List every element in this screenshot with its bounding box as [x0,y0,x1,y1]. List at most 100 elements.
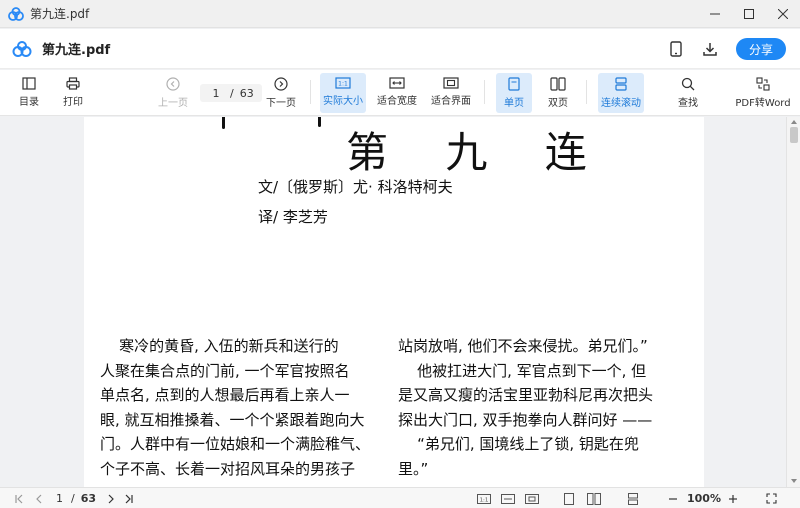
chevron-right-icon [108,494,114,503]
status-page-indicator: 1 / 63 [52,491,100,506]
toc-button[interactable]: 目录 [12,73,46,113]
zoom-out-button[interactable] [666,491,680,506]
prev-page-label: 上一页 [158,98,188,109]
fullscreen-icon [765,493,777,504]
page-current-input[interactable]: 1 [208,87,224,100]
zoom-level[interactable]: 100% [686,491,722,506]
search-icon [681,77,695,91]
document-viewport[interactable]: 第 九 连 文/〔俄罗斯〕尤· 科洛特柯夫 译/ 李芝芳 寒冷的黄昏, 入伍的新… [0,117,800,487]
pdf-to-word-label: PDF转Word [735,98,791,109]
app-logo-icon [8,6,24,21]
double-page-icon [550,77,566,91]
search-button[interactable]: 查找 [670,73,706,113]
translator-line: 译/ 李芝芳 [258,208,328,226]
scrollbar-thumb[interactable] [790,127,798,143]
text-line: 里。” [398,459,429,478]
maximize-button[interactable] [732,0,766,28]
window-title: 第九连.pdf [30,7,90,21]
continuous-scroll-button[interactable]: 连续滚动 [598,73,644,113]
prev-page-button[interactable]: 上一页 [154,73,192,113]
status-fit-page-button[interactable] [524,491,540,506]
minimize-icon [710,13,720,15]
zoom-in-button[interactable] [726,491,740,506]
page-total: 63 [239,86,254,100]
next-page-label: 下一页 [266,98,296,109]
status-page-total: 63 [80,492,97,505]
status-double-page-button[interactable] [586,491,602,506]
prev-page-small-button[interactable] [32,491,46,506]
app-logo-icon [12,40,32,57]
single-page-button[interactable]: 单页 [496,73,532,113]
text-line: 个子不高、长着一对招风耳朵的男孩子 [100,459,356,478]
single-page-label: 单页 [504,98,524,109]
maximize-icon [744,9,754,19]
actual-size-button[interactable]: 1:1 实际大小 [320,73,366,113]
last-page-button[interactable] [122,491,136,506]
fit-width-icon [389,77,405,89]
text-line: 他被扛进大门, 军官点到下一个, 但 [398,361,647,380]
status-actual-size-button[interactable]: 1:1 [476,491,492,506]
right-column: 站岗放哨, 他们不会来侵扰。弟兄们。” 他被扛进大门, 军官点到下一个, 但 是… [398,334,666,481]
app-header: 第九连.pdf 分享 [0,29,800,69]
text-line: 眼, 就互相推搡着、一个个紧跟着跑向大 [100,410,365,429]
close-icon [778,9,788,19]
last-page-icon [125,494,133,503]
text-line: 探出大门口, 双手抱拳向人群问好 —— [398,410,653,429]
text-line: 站岗放哨, 他们不会来侵扰。弟兄们。” [398,337,648,355]
toc-icon [22,77,36,90]
next-circle-icon [274,77,288,91]
fit-width-button[interactable]: 适合宽度 [374,73,420,113]
document-filename: 第九连.pdf [42,43,111,58]
fullscreen-button[interactable] [764,491,778,506]
first-page-icon [15,494,23,503]
vertical-scrollbar[interactable] [786,117,800,487]
chevron-left-icon [36,494,42,503]
next-page-button[interactable]: 下一页 [262,73,300,113]
decorative-mark [318,117,321,127]
continuous-scroll-icon [615,77,627,91]
status-fit-width-button[interactable] [500,491,516,506]
download-button[interactable] [698,37,722,61]
phone-icon [670,41,682,57]
fit-page-button[interactable]: 适合界面 [428,73,474,113]
page-indicator[interactable]: 1 / 63 [200,84,262,102]
page-separator: / [230,86,234,100]
toolbar-divider [484,80,485,104]
left-column: 寒冷的黄昏, 入伍的新兵和送行的 人聚在集合点的门前, 一个军官按照名 单点名,… [100,334,370,481]
status-continuous-button[interactable] [626,491,640,506]
status-page-separator: / [70,492,75,505]
mobile-view-button[interactable] [664,37,688,61]
close-button[interactable] [766,0,800,28]
pdf-page: 第 九 连 文/〔俄罗斯〕尤· 科洛特柯夫 译/ 李芝芳 寒冷的黄昏, 入伍的新… [84,117,704,487]
toolbar: 目录 打印 上一页 1 / 63 下一页 1:1 实际大小 适合宽度 适合界面 … [0,70,800,116]
next-page-small-button[interactable] [104,491,118,506]
toc-label: 目录 [19,97,39,108]
pdf-to-word-button[interactable]: PDF转Word [734,73,792,113]
minimize-button[interactable] [698,0,732,28]
text-line: 寒冷的黄昏, 入伍的新兵和送行的 [100,337,339,355]
toolbar-divider [586,80,587,104]
svg-text:1:1: 1:1 [338,81,348,88]
minus-icon [669,497,677,500]
actual-size-label: 实际大小 [323,96,363,107]
download-icon [703,43,717,56]
share-button[interactable]: 分享 [736,38,786,60]
double-page-label: 双页 [548,98,568,109]
toolbar-divider [310,80,311,104]
search-label: 查找 [678,98,698,109]
actual-size-icon: 1:1 [335,77,351,89]
print-button[interactable]: 打印 [56,73,90,113]
double-page-button[interactable]: 双页 [540,73,576,113]
scroll-up-icon[interactable] [790,118,798,126]
scroll-down-icon[interactable] [790,477,798,485]
plus-icon [729,494,737,503]
print-label: 打印 [63,97,83,108]
actual-size-icon: 1:1 [477,493,491,504]
decorative-mark [222,117,225,129]
fit-width-label: 适合宽度 [377,96,417,107]
convert-icon [756,77,770,91]
single-page-icon [564,492,574,505]
first-page-button[interactable] [12,491,26,506]
status-page-current[interactable]: 1 [56,492,63,505]
status-single-page-button[interactable] [562,491,576,506]
